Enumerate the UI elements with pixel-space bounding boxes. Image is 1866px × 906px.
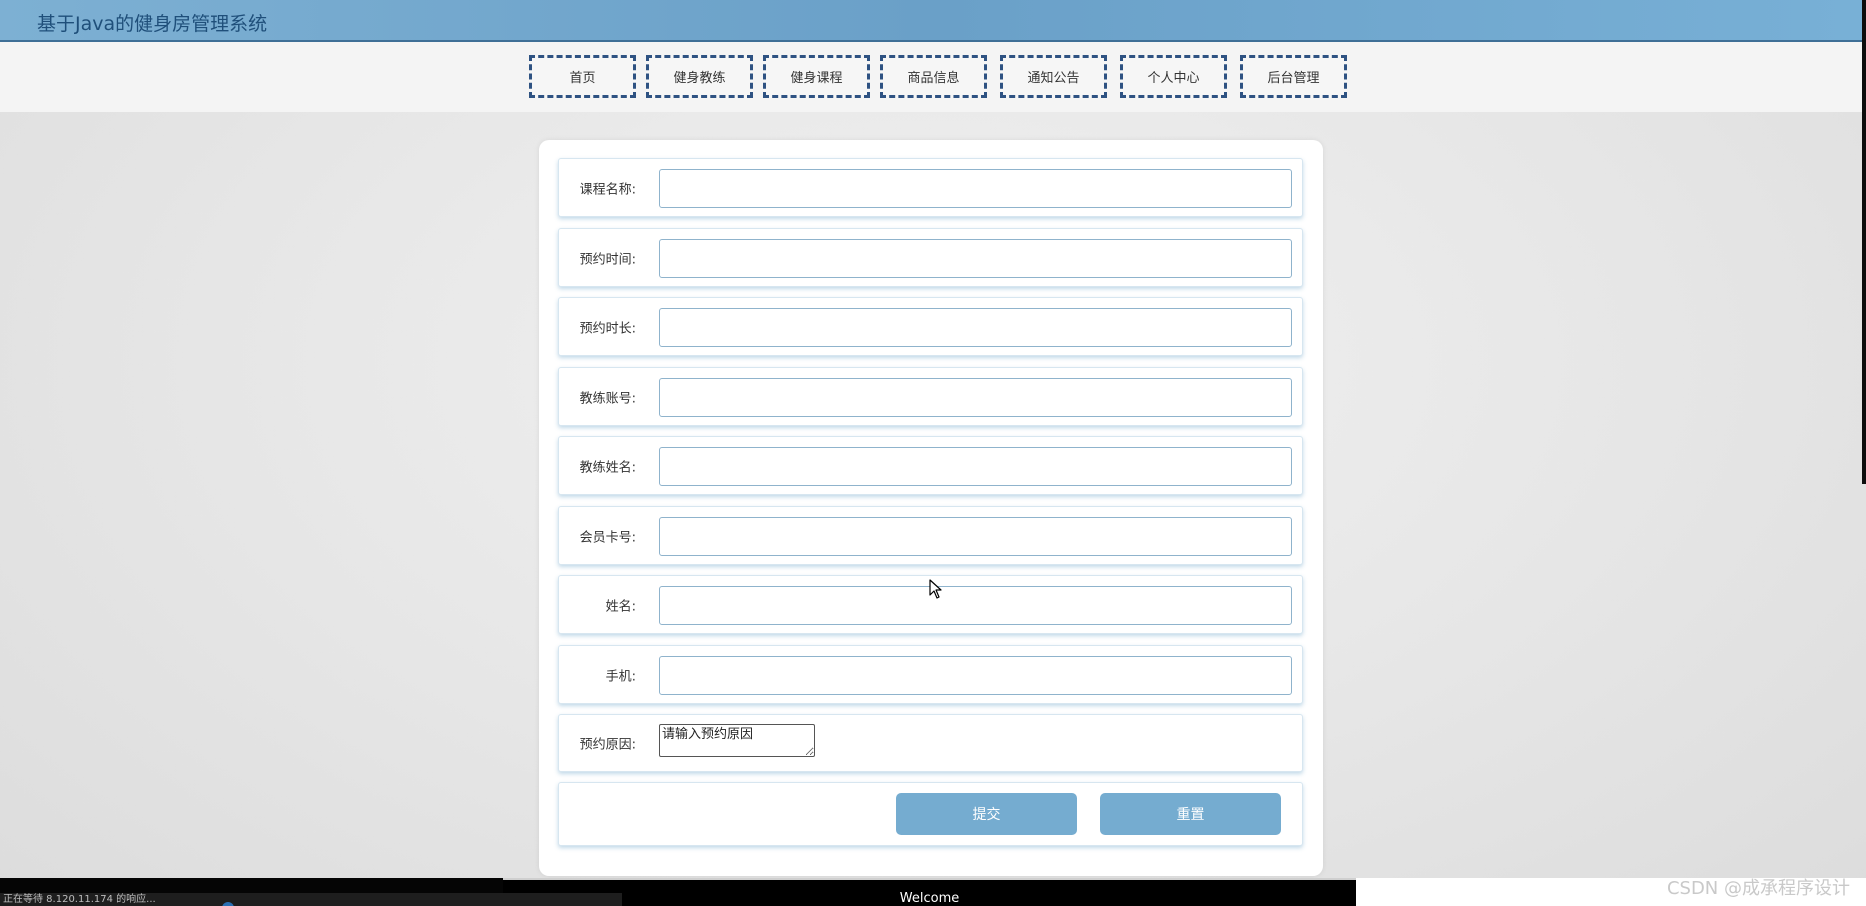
nav-item-coaches[interactable]: 健身教练	[646, 55, 753, 98]
form-row-booking-time: 预约时间:	[558, 228, 1303, 287]
reset-button[interactable]: 重置	[1100, 793, 1281, 835]
booking-time-input[interactable]	[659, 239, 1292, 278]
browser-status-bubble: 正在等待 8.120.11.174 的响应...	[0, 893, 622, 906]
site-title: 基于Java的健身房管理系统	[37, 13, 268, 35]
nav-item-home[interactable]: 首页	[529, 55, 636, 98]
welcome-text: Welcome	[899, 891, 960, 906]
form-row-phone: 手机:	[558, 645, 1303, 704]
window-edge-mark	[1862, 0, 1866, 484]
booking-reason-label: 预约原因:	[579, 737, 636, 753]
footer-welcome-strip: Welcome	[503, 878, 1356, 906]
booking-form: 课程名称: 预约时间: 预约时长: 教练账号: 教练姓名: 会员卡号: 姓名: …	[539, 140, 1323, 876]
form-row-coach-name: 教练姓名:	[558, 436, 1303, 495]
form-row-booking-reason: 预约原因:	[558, 714, 1303, 772]
course-name-label: 课程名称:	[579, 182, 636, 197]
phone-label: 手机:	[605, 669, 636, 684]
csdn-watermark: CSDN @成承程序设计	[1666, 878, 1850, 899]
main-nav: 首页 健身教练 健身课程 商品信息 通知公告 个人中心 后台管理	[0, 42, 1866, 112]
coach-name-label: 教练姓名:	[579, 460, 636, 475]
mouse-pointer-icon	[929, 579, 942, 599]
form-row-coach-account: 教练账号:	[558, 367, 1303, 426]
booking-time-label: 预约时间:	[579, 252, 636, 267]
nav-item-admin[interactable]: 后台管理	[1240, 55, 1347, 98]
nav-item-announcements[interactable]: 通知公告	[1000, 55, 1107, 98]
phone-input[interactable]	[659, 656, 1292, 695]
nav-item-courses[interactable]: 健身课程	[763, 55, 870, 98]
booking-duration-input[interactable]	[659, 308, 1292, 347]
course-name-input[interactable]	[659, 169, 1292, 208]
member-card-input[interactable]	[659, 517, 1292, 556]
nav-list: 首页 健身教练 健身课程 商品信息 通知公告 个人中心 后台管理	[529, 55, 1347, 98]
header-bar: 基于Java的健身房管理系统	[0, 0, 1866, 42]
form-actions: 提交 重置	[558, 782, 1303, 846]
member-card-label: 会员卡号:	[579, 530, 636, 545]
form-row-booking-duration: 预约时长:	[558, 297, 1303, 356]
coach-name-input[interactable]	[659, 447, 1292, 486]
form-row-course-name: 课程名称:	[558, 158, 1303, 217]
submit-button[interactable]: 提交	[896, 793, 1077, 835]
booking-duration-label: 预约时长:	[579, 321, 636, 336]
nav-item-profile[interactable]: 个人中心	[1120, 55, 1227, 98]
booking-reason-textarea[interactable]	[659, 724, 815, 757]
name-input[interactable]	[659, 586, 1292, 625]
name-label: 姓名:	[605, 599, 636, 614]
coach-account-label: 教练账号:	[579, 391, 636, 406]
form-row-member-card: 会员卡号:	[558, 506, 1303, 565]
nav-item-products[interactable]: 商品信息	[880, 55, 987, 98]
coach-account-input[interactable]	[659, 378, 1292, 417]
